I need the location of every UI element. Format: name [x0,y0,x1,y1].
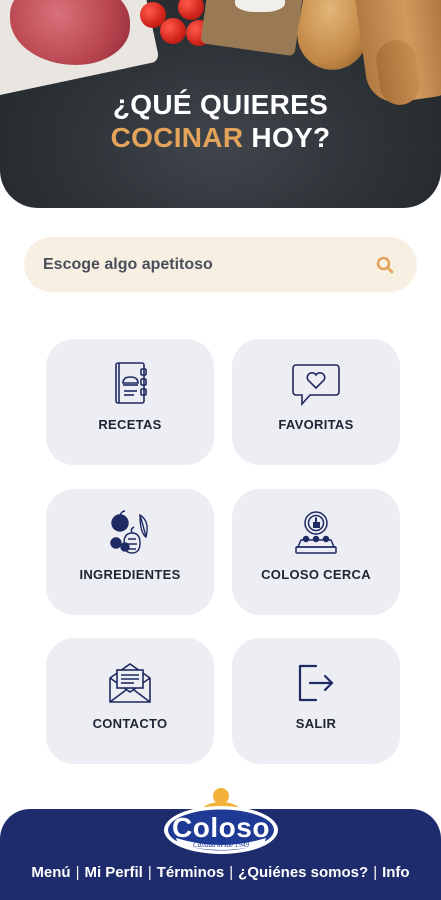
hero-banner: ¿QUÉ QUIERES COCINAR HOY? [0,0,441,208]
hero-title-line2: COCINAR HOY? [0,121,441,154]
hero-title-line1: ¿QUÉ QUIERES [112,89,329,120]
nav-separator: | [373,864,378,881]
heart-speech-bubble-icon [292,364,340,407]
search-input[interactable]: Escoge algo apetitoso [43,256,375,274]
hero-photo-tomato [160,18,186,44]
nav-separator: | [75,864,80,881]
logout-icon [298,664,334,702]
coloso-logo: Coloso Calidad desde 1949 [162,786,280,856]
tile-coloso-cerca[interactable]: COLOSO CERCA [232,489,400,615]
search-bar[interactable]: Escoge algo apetitoso [24,237,417,292]
hero-title-rest: HOY? [243,122,331,153]
tile-ingredientes[interactable]: INGREDIENTES [46,489,214,615]
nav-separator: | [147,864,152,881]
tile-recetas[interactable]: RECETAS [46,339,214,465]
tile-contacto[interactable]: CONTACTO [46,638,214,764]
coloso-logo-tagline: Calidad desde 1949 [193,841,249,849]
tile-label: SALIR [295,716,337,731]
hero-title-accent: COCINAR [110,122,244,153]
nav-separator: | [229,864,234,881]
nav-link-mi-perfil[interactable]: Mi Perfil [84,864,142,881]
nav-link-menu[interactable]: Menú [31,864,70,881]
hero-photo-tomato [178,0,204,20]
nav-link-info[interactable]: Info [382,864,410,881]
tile-salir[interactable]: SALIR [232,638,400,764]
tile-label: INGREDIENTES [79,567,181,582]
search-icon[interactable] [375,255,395,275]
envelope-icon [109,663,151,703]
tile-favoritas[interactable]: FAVORITAS [232,339,400,465]
hero-title: ¿QUÉ QUIERES COCINAR HOY? [0,88,441,154]
app-screen: ¿QUÉ QUIERES COCINAR HOY? Escoge algo ap… [0,0,441,900]
tile-label: FAVORITAS [278,417,354,432]
coloso-logo-text: Coloso [172,812,270,843]
nav-link-quienes-somos[interactable]: ¿Quiénes somos? [238,864,368,881]
store-location-icon [295,511,337,554]
footer-nav: Menú | Mi Perfil | Términos | ¿Quiénes somos? |… [0,864,441,881]
nav-link-terminos[interactable]: Términos [157,864,225,881]
recipe-book-icon [115,362,147,404]
tile-label: COLOSO CERCA [261,567,371,582]
tile-label: CONTACTO [92,716,168,731]
tile-label: RECETAS [98,417,162,432]
vegetables-icon [110,510,148,554]
